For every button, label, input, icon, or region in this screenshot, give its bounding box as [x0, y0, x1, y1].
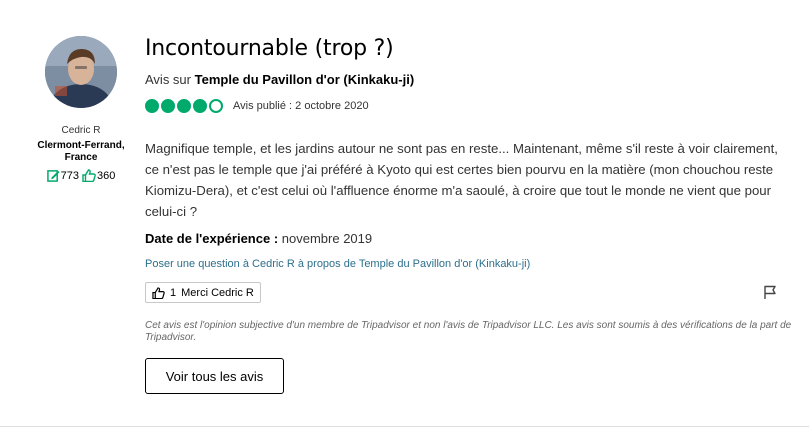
bubble-rating: [145, 99, 223, 113]
review-body: Magnifique temple, et les jardins autour…: [145, 141, 778, 219]
helpful-votes-count: 360: [97, 169, 116, 182]
experience-date: Date de l'expérience : novembre 2019: [145, 231, 372, 246]
bubble-filled: [161, 99, 175, 113]
bubble-filled: [193, 99, 207, 113]
disclaimer: Cet avis est l'opinion subjective d'un m…: [145, 320, 792, 343]
reviewer-location: Clermont-Ferrand, France: [37, 140, 125, 163]
thanks-button[interactable]: 1 Merci Cedric R: [145, 282, 261, 303]
thanks-label: Merci Cedric R: [181, 286, 254, 299]
bubble-filled: [145, 99, 159, 113]
about-prefix: Avis sur: [145, 72, 191, 87]
ask-question-link[interactable]: Poser une question à Cedric R à propos d…: [145, 258, 530, 270]
review-title[interactable]: Incontournable (trop ?): [145, 36, 394, 61]
bubble-empty: [209, 99, 223, 113]
thanks-count: 1: [170, 286, 177, 299]
experience-label: Date de l'expérience :: [145, 231, 279, 246]
edit-icon: [46, 170, 60, 182]
avatar[interactable]: [45, 36, 117, 108]
contributions-stat: 773: [46, 169, 79, 182]
published-date: Avis publié : 2 octobre 2020: [233, 100, 369, 112]
reviewer-stats: 773 360: [30, 169, 132, 185]
thumbs-up-icon: [82, 169, 96, 182]
thumbs-up-icon: [152, 286, 165, 299]
place-name[interactable]: Temple du Pavillon d'or (Kinkaku-ji): [195, 72, 415, 87]
contributions-count: 773: [60, 169, 79, 182]
helpful-votes-stat: 360: [82, 169, 115, 182]
see-all-reviews-button[interactable]: Voir tous les avis: [145, 358, 284, 394]
review-about: Avis sur Temple du Pavillon d'or (Kinkak…: [145, 72, 414, 87]
divider: [0, 426, 809, 427]
rating-row: Avis publié : 2 octobre 2020: [145, 99, 369, 113]
bubble-filled: [177, 99, 191, 113]
reviewer-name[interactable]: Cedric R: [30, 125, 132, 136]
experience-value: novembre 2019: [281, 231, 373, 246]
flag-icon[interactable]: [763, 285, 777, 305]
